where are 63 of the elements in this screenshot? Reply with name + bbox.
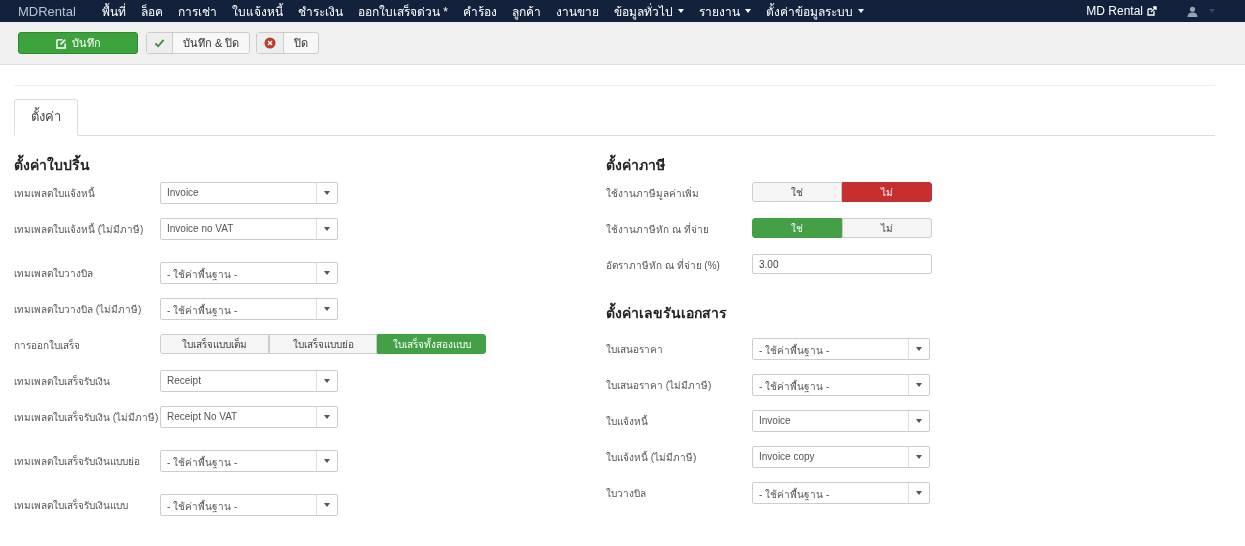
field-label: ใบเสนอราคา [606, 343, 664, 357]
section-heading: ตั้งค่าใบปริ้น [14, 154, 90, 176]
nav-menu-item[interactable]: ลูกค้า [511, 1, 541, 21]
dropdown-select[interactable]: Invoice [160, 182, 338, 204]
edit-icon [55, 37, 67, 49]
dropdown-select[interactable]: - ใช้ค่าพื้นฐาน - [160, 450, 338, 472]
field-label: ใบแจ้งหนี้ [606, 413, 649, 429]
field-label: อัตราภาษีหัก ณ ที่จ่าย (%) [606, 257, 721, 273]
field-label: เทมเพลตใบแจ้งหนี้ [14, 185, 96, 201]
user-icon [1187, 5, 1198, 17]
field-label: เทมเพลตใบวางบิล [14, 267, 94, 281]
dropdown-select[interactable]: - ใช้ค่าพื้นฐาน - [752, 374, 930, 396]
settings-tab[interactable]: ตั้งค่า [14, 99, 78, 136]
nav-menu-item[interactable]: รายงาน [698, 1, 751, 21]
field-label: ใช้งานภาษีหัก ณ ที่จ่าย [606, 221, 710, 237]
field-label: ใบแจ้งหนี้ (ไม่มีภาษี) [606, 449, 698, 465]
toggle-option[interactable]: ใบเสร็จแบบเต็ม [160, 334, 269, 354]
section-heading: ตั้งค่าภาษี [606, 154, 665, 176]
external-link-icon [1147, 6, 1157, 16]
dropdown-select[interactable]: Invoice copy [752, 446, 930, 468]
dropdown-select[interactable]: - ใช้ค่าพื้นฐาน - [160, 494, 338, 516]
input-field[interactable]: 3.00 [752, 254, 932, 274]
field-label: เทมเพลตใบเสร็จรับเงิน (ไม่มีภาษี) [14, 409, 160, 425]
nav-menu-item[interactable]: ออกใบเสร็จด่วน * [357, 1, 448, 21]
field-label: เทมเพลตใบเสร็จรับเงินแบบ [14, 497, 129, 513]
nav-menu-item[interactable]: งานขาย [555, 1, 599, 21]
toggle-option[interactable]: ไม่ [842, 218, 932, 238]
nav-menu-item[interactable]: ใบแจ้งหนี้ [231, 1, 283, 21]
section-heading: ตั้งค่าเลขรันเอกสาร [606, 302, 727, 324]
dropdown-select[interactable]: Receipt No VAT [160, 406, 338, 428]
user-menu[interactable] [1187, 5, 1215, 17]
nav-menu-item[interactable]: คำร้อง [462, 1, 497, 21]
field-label: เทมเพลตใบเสร็จรับเงินแบบย่อ [14, 453, 141, 469]
site-link[interactable]: MD Rental [1086, 4, 1157, 18]
field-label: การออกใบเสร็จ [14, 337, 81, 353]
toolbar-button[interactable]: บันทึก & ปิด [146, 32, 251, 54]
checkmark-icon [154, 37, 165, 49]
toggle-option[interactable]: ใช่ [752, 182, 842, 202]
dropdown-select[interactable]: Invoice no VAT [160, 218, 338, 240]
field-label: เทมเพลตใบวางบิล (ไม่มีภาษี) [14, 303, 143, 317]
field-label: ใบวางบิล [606, 487, 647, 501]
field-label: เทมเพลตใบเสร็จรับเงิน [14, 373, 111, 389]
dropdown-select[interactable]: - ใช้ค่าพื้นฐาน - [752, 338, 930, 360]
dropdown-select[interactable]: - ใช้ค่าพื้นฐาน - [752, 482, 930, 504]
dropdown-select[interactable]: - ใช้ค่าพื้นฐาน - [160, 262, 338, 284]
field-label: เทมเพลตใบแจ้งหนี้ (ไม่มีภาษี) [14, 221, 145, 237]
nav-menu-item[interactable]: ตั้งค่าข้อมูลระบบ [765, 1, 864, 21]
nav-menu-item[interactable]: พื้นที่ [101, 1, 126, 21]
toolbar-button[interactable]: ปิด [256, 32, 320, 54]
caret-icon [1209, 9, 1215, 13]
nav-menu-item[interactable]: ล็อค [140, 1, 163, 21]
nav-menu-item[interactable]: การเช่า [177, 1, 217, 21]
toggle-option[interactable]: ใบเสร็จแบบย่อ [268, 334, 378, 354]
toggle-option[interactable]: ไม่ [842, 182, 932, 202]
close-icon [264, 37, 277, 49]
dropdown-select[interactable]: Receipt [160, 370, 338, 392]
nav-menu-item[interactable]: ชำระเงิน [297, 1, 343, 21]
field-label: ใบเสนอราคา (ไม่มีภาษี) [606, 379, 713, 393]
dropdown-select[interactable]: - ใช้ค่าพื้นฐาน - [160, 298, 338, 320]
brand-link[interactable]: MDRental [18, 3, 76, 19]
dropdown-select[interactable]: Invoice [752, 410, 930, 432]
field-label: ใช้งานภาษีมูลค่าเพิ่ม [606, 185, 700, 201]
nav-menu-item[interactable]: ข้อมูลทั่วไป [613, 1, 684, 21]
